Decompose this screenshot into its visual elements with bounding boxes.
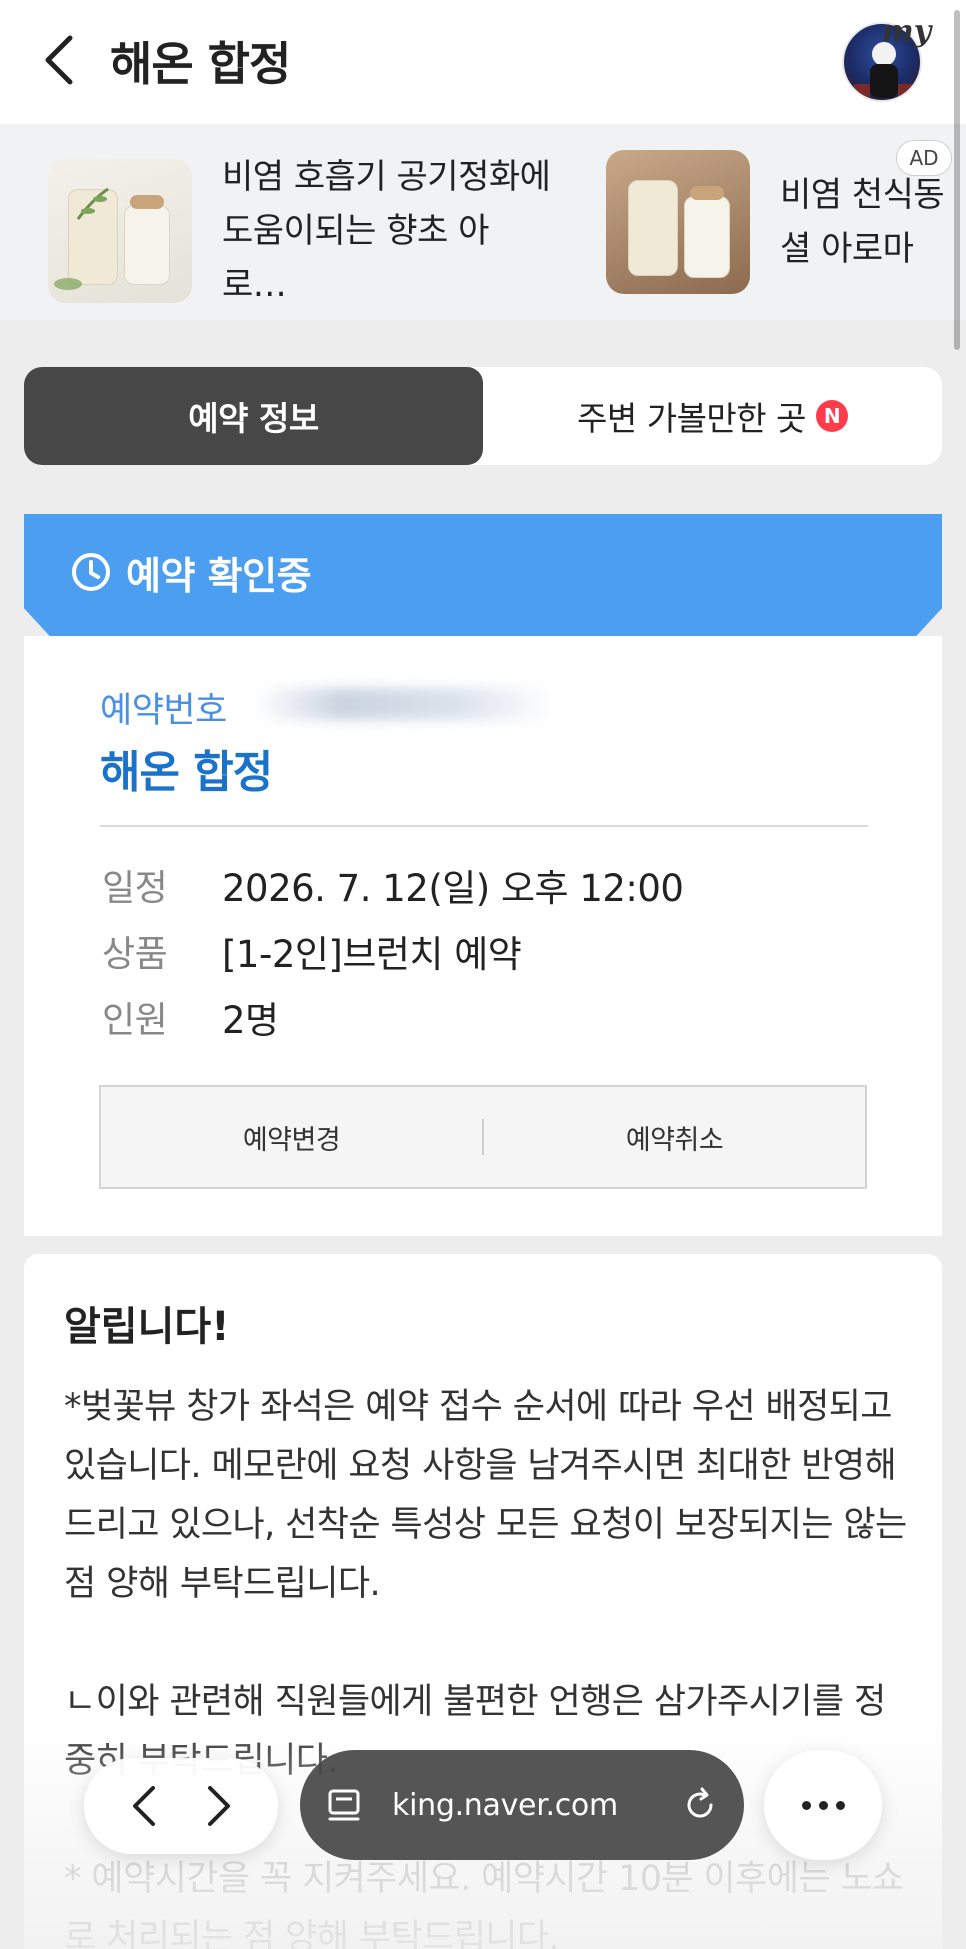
more-button[interactable] xyxy=(764,1750,882,1860)
chevron-right-icon xyxy=(207,1786,230,1826)
info-key: 상품 xyxy=(102,934,168,975)
new-badge: N xyxy=(816,400,848,432)
tabs-icon xyxy=(328,1789,360,1821)
my-badge: my xyxy=(882,14,932,49)
reservation-number-blurred xyxy=(254,688,554,720)
reservation-number-label: 예약번호 xyxy=(100,691,227,731)
change-reservation-button[interactable]: 예약변경 xyxy=(101,1118,482,1157)
ad-badge: AD xyxy=(896,140,952,176)
back-button[interactable] xyxy=(38,30,82,90)
store-name[interactable]: 해온 합정 xyxy=(100,736,273,800)
chevron-left-icon xyxy=(45,35,73,85)
divider xyxy=(100,825,868,827)
info-value: 2026. 7. 12(일) 오후 12:00 xyxy=(222,867,684,910)
cancel-reservation-button[interactable]: 예약취소 xyxy=(484,1118,865,1157)
app-header: 해온 합정 my xyxy=(0,0,966,124)
tab-nearby-places[interactable]: 주변 가볼만한 곳 N xyxy=(483,367,942,465)
reservation-card: 예약번호 해온 합정 일정 2026. 7. 12(일) 오후 12:00 상품… xyxy=(24,636,942,1236)
ad-thumbnail xyxy=(606,150,750,294)
page-title: 해온 합정 xyxy=(110,37,291,91)
info-row-schedule: 일정 2026. 7. 12(일) 오후 12:00 xyxy=(102,858,684,912)
tab-label: 예약 정보 xyxy=(188,399,319,438)
ad-text: 비염 천식동 셜 아로마 xyxy=(780,175,945,269)
page: 해온 합정 my 비염 호흡기 공기정화에 도움이되는 향초 아로… 비염 천식… xyxy=(0,0,966,1949)
info-row-people: 인원 2명 xyxy=(102,990,279,1044)
info-key: 인원 xyxy=(102,1000,168,1041)
status-text: 예약 확인중 xyxy=(126,553,312,598)
browser-forward-button[interactable] xyxy=(197,1784,241,1828)
ad-item[interactable]: 비염 호흡기 공기정화에 도움이되는 향초 아로… xyxy=(48,150,552,312)
browser-back-button[interactable] xyxy=(122,1784,166,1828)
ad-text: 비염 호흡기 공기정화에 도움이되는 향초 아로… xyxy=(222,157,551,305)
clock-icon xyxy=(72,553,110,591)
tab-reservation-info[interactable]: 예약 정보 xyxy=(24,367,483,465)
info-value: [1-2인]브런치 예약 xyxy=(222,933,522,976)
tab-bar: 예약 정보 주변 가볼만한 곳 N xyxy=(24,367,942,465)
info-value: 2명 xyxy=(222,999,279,1042)
url-text: king.naver.com xyxy=(392,1787,618,1823)
status-banner: 예약 확인중 xyxy=(24,514,942,638)
address-bar[interactable]: king.naver.com xyxy=(300,1750,744,1860)
browser-nav-buttons xyxy=(84,1758,278,1854)
ad-banner[interactable]: 비염 호흡기 공기정화에 도움이되는 향초 아로… 비염 천식동 셜 아로마 A… xyxy=(0,124,966,320)
tab-label: 주변 가볼만한 곳 xyxy=(577,399,807,438)
info-row-product: 상품 [1-2인]브런치 예약 xyxy=(102,924,522,978)
ad-thumbnail xyxy=(48,159,192,303)
reservation-actions: 예약변경 예약취소 xyxy=(99,1085,867,1189)
more-icon xyxy=(801,1800,845,1810)
info-key: 일정 xyxy=(102,868,168,909)
scrollbar[interactable] xyxy=(954,10,960,350)
chevron-left-icon xyxy=(132,1786,155,1826)
refresh-icon[interactable] xyxy=(680,1785,720,1825)
notice-title: 알립니다! xyxy=(64,1304,230,1350)
